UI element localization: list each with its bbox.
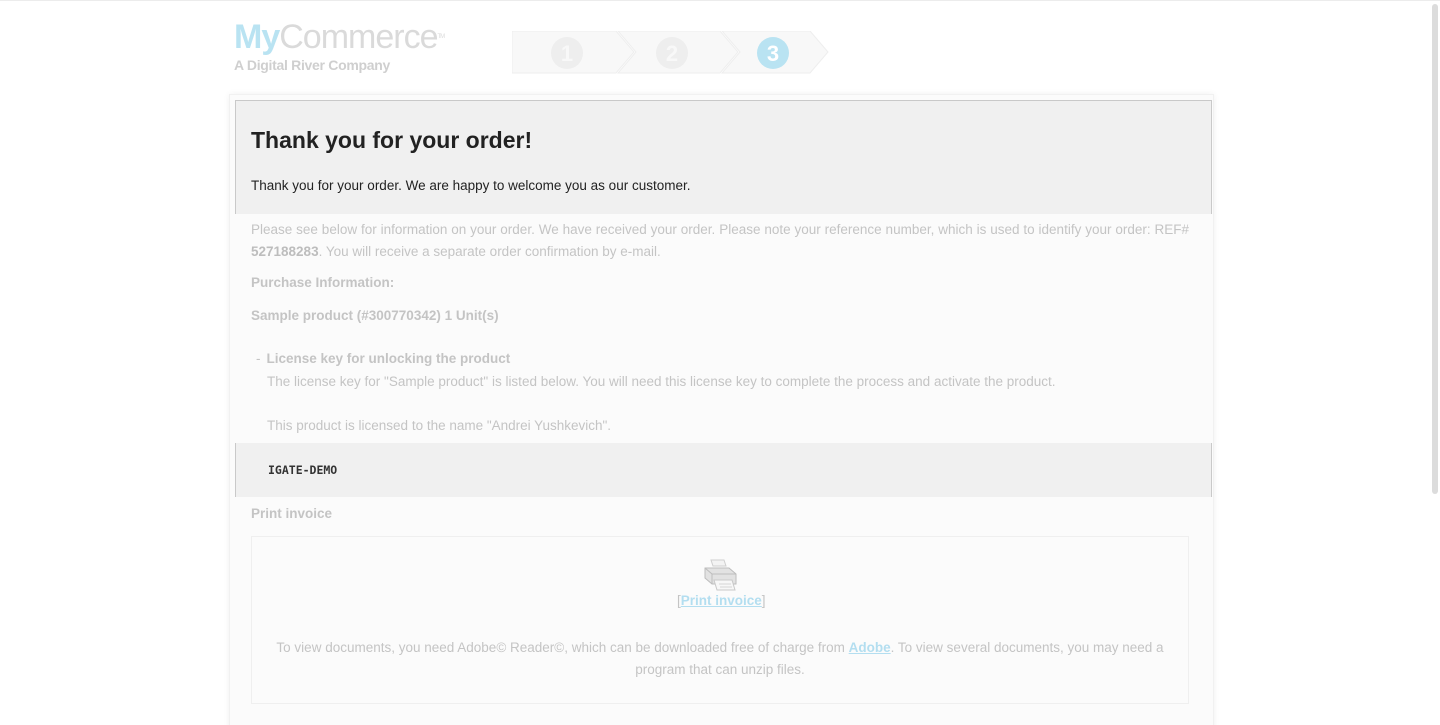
- logo-trademark: TM: [437, 34, 445, 40]
- welcome-message: Thank you for your order. We are happy t…: [251, 178, 691, 193]
- step-1-number: 1: [561, 41, 573, 66]
- print-invoice-heading: Print invoice: [251, 506, 333, 521]
- logo-commerce: Commerce: [279, 18, 438, 56]
- documents-note-lead: To view documents, you need Adobe© Reade…: [276, 640, 849, 655]
- steps-graphic: 1 2 3: [512, 31, 829, 74]
- order-info-text: Please see below for information on your…: [251, 219, 1189, 263]
- licensed-to-text: This product is licensed to the name "An…: [267, 418, 612, 433]
- checkout-steps: 1 2 3: [512, 31, 832, 75]
- order-confirmation-page: MyCommerceTM A Digital River Company 1 2…: [0, 0, 1440, 725]
- purchase-info-heading: Purchase Information:: [251, 275, 395, 290]
- logo-subtitle: A Digital River Company: [234, 57, 390, 73]
- printer-icon-graphic: [704, 559, 737, 591]
- step-2: 2: [616, 31, 739, 74]
- order-info-tail: . You will receive a separate order conf…: [318, 244, 661, 259]
- thank-you-box: [235, 100, 1212, 214]
- mycommerce-logo[interactable]: MyCommerceTM A Digital River Company: [234, 18, 445, 79]
- step-2-number: 2: [666, 41, 678, 66]
- step-1: 1: [512, 31, 635, 74]
- print-invoice-link-wrapper: [Print invoice]: [677, 593, 766, 608]
- license-heading: License key for unlocking the product: [266, 351, 511, 366]
- license-heading-row: - License key for unlocking the product: [256, 351, 510, 366]
- bullet-dash: -: [256, 351, 261, 366]
- license-key-box: [235, 443, 1212, 497]
- printer-icon[interactable]: [702, 558, 738, 592]
- vertical-scrollbar[interactable]: [1431, 1, 1440, 725]
- order-info-lead: Please see below for information on your…: [251, 222, 1189, 237]
- print-invoice-link[interactable]: Print invoice: [681, 593, 762, 608]
- logo-wordmark: MyCommerceTM: [234, 18, 445, 56]
- bracket-close: ]: [761, 593, 766, 608]
- documents-note: To view documents, you need Adobe© Reade…: [272, 637, 1168, 681]
- logo-my: My: [234, 18, 280, 56]
- product-line: Sample product (#300770342) 1 Unit(s): [251, 308, 499, 323]
- adobe-link[interactable]: Adobe: [849, 640, 891, 655]
- license-description: The license key for "Sample product" is …: [267, 374, 1056, 389]
- page-title: Thank you for your order!: [251, 127, 533, 153]
- reference-number: 527188283: [251, 244, 319, 259]
- step-3-number: 3: [767, 41, 779, 66]
- license-key[interactable]: IGATE-DEMO: [268, 463, 337, 477]
- scrollbar-thumb[interactable]: [1432, 4, 1438, 494]
